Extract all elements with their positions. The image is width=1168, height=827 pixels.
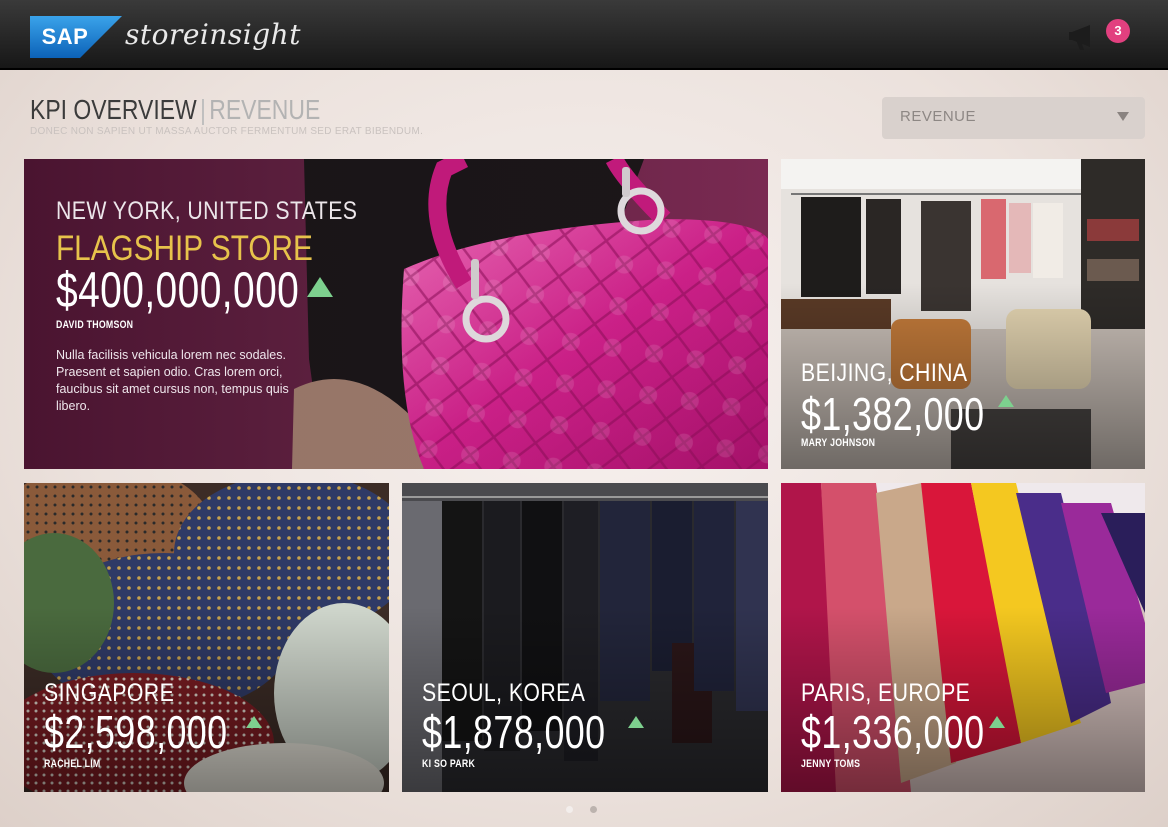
trend-up-icon [989, 716, 1005, 728]
store-manager: KI SO PARK [422, 758, 476, 770]
metric-dropdown[interactable]: REVENUE [882, 97, 1145, 139]
notifications-button[interactable]: 3 [1066, 16, 1136, 56]
page-dot-2[interactable] [590, 806, 597, 813]
store-tile-seoul[interactable]: SEOUL, KOREA $1,878,000 KI SO PARK [402, 483, 768, 792]
store-tile-new-york[interactable]: NEW YORK, UNITED STATES FLAGSHIP STORE $… [24, 159, 768, 469]
app-name: storeinsight [125, 18, 301, 51]
store-tile-paris[interactable]: PARIS, EUROPE $1,336,000 JENNY TOMS [781, 483, 1145, 792]
page-title: KPI OVERVIEW | REVENUE [30, 94, 320, 126]
store-revenue: $2,598,000 [44, 706, 228, 758]
store-city: BEIJING, CHINA [801, 359, 968, 387]
store-revenue: $1,336,000 [801, 706, 985, 758]
megaphone-icon [1069, 25, 1090, 50]
trend-up-icon [307, 277, 333, 297]
store-city: PARIS, EUROPE [801, 679, 971, 707]
store-revenue: $1,382,000 [801, 388, 985, 440]
page-indicator [566, 806, 606, 816]
store-manager: JENNY TOMS [801, 758, 861, 770]
sap-logo: SAP [30, 16, 122, 58]
store-city: SINGAPORE [44, 679, 175, 707]
trend-up-icon [998, 395, 1014, 407]
caret-down-icon [1117, 112, 1129, 121]
notification-badge: 3 [1106, 19, 1130, 43]
metric-dropdown-value: REVENUE [900, 108, 977, 125]
page-title-main: KPI OVERVIEW [30, 94, 197, 125]
store-manager: DAVID THOMSON [56, 319, 134, 331]
store-manager: MARY JOHNSON [801, 437, 876, 449]
store-revenue: $1,878,000 [422, 706, 606, 758]
trend-up-icon [246, 716, 262, 728]
store-tile-beijing[interactable]: BEIJING, CHINA $1,382,000 MARY JOHNSON [781, 159, 1145, 469]
title-separator: | [200, 94, 206, 125]
page-dot-1[interactable] [566, 806, 573, 813]
top-bar: SAP storeinsight 3 [0, 0, 1168, 70]
sap-logo-text: SAP [41, 24, 89, 49]
store-city: SEOUL, KOREA [422, 679, 586, 707]
store-revenue: $400,000,000 [56, 262, 300, 318]
page-title-section: REVENUE [209, 94, 321, 125]
trend-up-icon [628, 716, 644, 728]
store-city: NEW YORK, UNITED STATES [56, 197, 358, 225]
page-subtitle: DONEC NON SAPIEN UT MASSA AUCTOR FERMENT… [30, 126, 424, 137]
store-description: Nulla facilisis vehicula lorem nec sodal… [56, 348, 289, 413]
store-tile-singapore[interactable]: SINGAPORE $2,598,000 RACHEL LIM [24, 483, 389, 792]
store-manager: RACHEL LIM [44, 758, 101, 770]
